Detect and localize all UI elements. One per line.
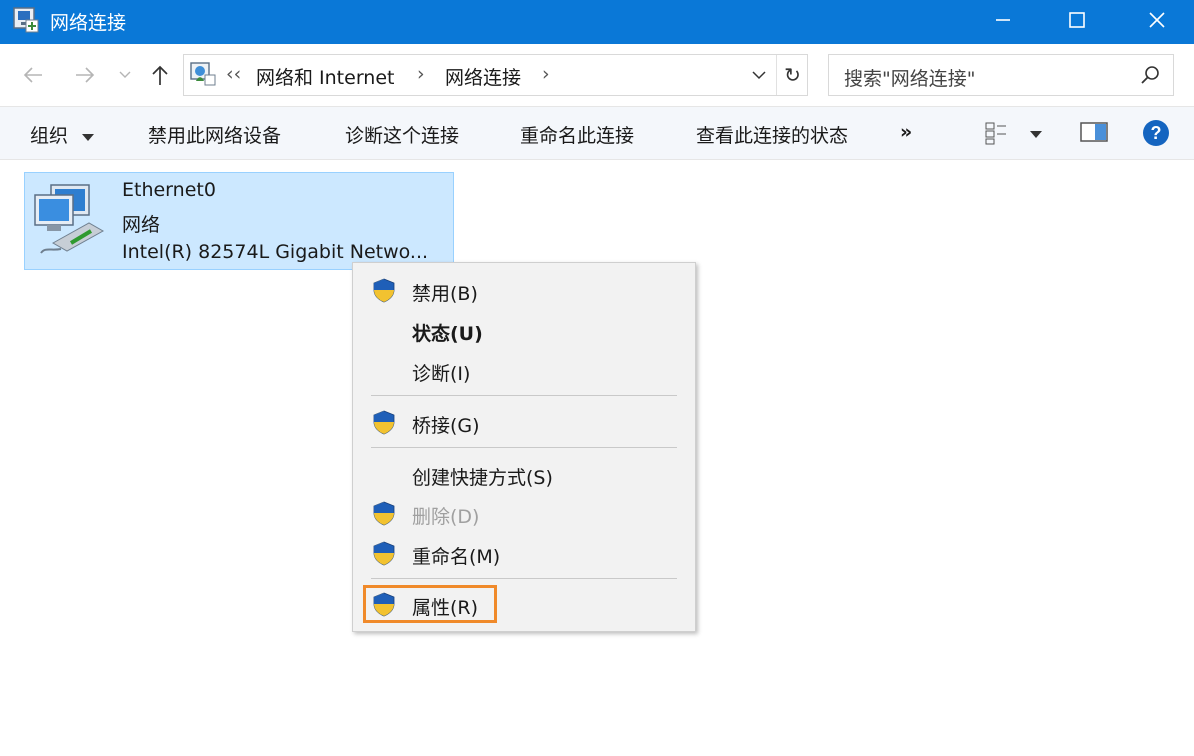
breadcrumb-network-connections[interactable]: 网络连接 (445, 63, 521, 90)
svg-text:?: ? (1151, 123, 1162, 143)
adapter-device: Intel(R) 82574L Gigabit Netwo... (122, 241, 429, 263)
more-commands-button[interactable]: » (900, 121, 912, 143)
view-status-button[interactable]: 查看此连接的状态 (696, 121, 848, 148)
menu-item-delete: 删除(D) (359, 495, 689, 531)
chevron-down-icon (752, 71, 766, 80)
recent-locations-button[interactable] (112, 62, 138, 88)
back-button[interactable] (20, 62, 46, 88)
menu-item-label: 诊断(I) (412, 363, 471, 385)
uac-shield-icon (373, 501, 395, 526)
adapter-name: Ethernet0 (122, 179, 216, 201)
organize-label: 组织 (30, 125, 69, 147)
network-folder-icon (190, 62, 216, 86)
breadcrumb-separator[interactable]: › (542, 63, 550, 85)
help-icon: ? (1143, 120, 1169, 146)
menu-item-rename[interactable]: 重命名(M) (359, 535, 689, 571)
menu-item-disable[interactable]: 禁用(B) (359, 272, 689, 308)
adapter-item-ethernet0[interactable]: Ethernet0 网络 Intel(R) 82574L Gigabit Net… (24, 172, 454, 270)
organize-button[interactable]: 组织 (30, 121, 95, 148)
up-button[interactable] (147, 62, 173, 88)
maximize-button[interactable] (1037, 0, 1117, 40)
change-view-button[interactable] (984, 119, 1048, 149)
command-bar: 组织 禁用此网络设备 诊断这个连接 重命名此连接 查看此连接的状态 » ? (0, 106, 1194, 160)
search-icon[interactable] (1139, 64, 1161, 86)
adapter-network: 网络 (122, 214, 161, 236)
search-input[interactable]: 搜索"网络连接" (828, 54, 1174, 96)
menu-separator (371, 447, 677, 448)
uac-shield-icon (373, 410, 395, 435)
menu-separator (371, 395, 677, 396)
caret-down-icon (1030, 131, 1042, 138)
menu-item-status[interactable]: 状态(U) (359, 312, 689, 348)
properties-highlight-box (363, 585, 497, 623)
close-button[interactable] (1117, 0, 1194, 40)
arrow-right-icon (76, 67, 95, 83)
address-overflow[interactable]: ‹‹ (226, 63, 241, 85)
menu-item-create-shortcut[interactable]: 创建快捷方式(S) (359, 456, 689, 492)
address-history-button[interactable] (744, 55, 774, 95)
menu-item-label: 禁用(B) (412, 283, 478, 305)
menu-item-label: 桥接(G) (412, 415, 480, 437)
breadcrumb-network-internet[interactable]: 网络和 Internet (256, 63, 394, 90)
breadcrumb-separator[interactable]: › (417, 63, 425, 85)
menu-item-label: 状态(U) (412, 323, 483, 345)
diagnose-button[interactable]: 诊断这个连接 (345, 121, 459, 148)
preview-pane-button[interactable] (1080, 121, 1110, 147)
menu-item-label: 重命名(M) (412, 546, 501, 568)
address-bar[interactable]: ‹‹ 网络和 Internet › 网络连接 › ↻ (183, 54, 808, 96)
minimize-icon (996, 19, 1010, 21)
menu-separator (371, 578, 677, 579)
details-view-icon (985, 122, 1006, 145)
search-placeholder: 搜索"网络连接" (844, 68, 976, 90)
arrow-left-icon (23, 67, 42, 83)
help-button[interactable]: ? (1142, 119, 1170, 147)
network-connections-icon (13, 7, 39, 33)
refresh-button[interactable]: ↻ (776, 55, 808, 95)
minimize-button[interactable] (963, 0, 1043, 40)
menu-item-label: 创建快捷方式(S) (412, 467, 553, 489)
preview-pane-icon (1080, 122, 1108, 142)
navigation-bar: ‹‹ 网络和 Internet › 网络连接 › ↻ 搜索"网络连接" (0, 44, 1194, 106)
caret-down-icon (82, 133, 95, 141)
disable-device-button[interactable]: 禁用此网络设备 (148, 121, 281, 148)
chevron-down-icon (119, 71, 131, 78)
uac-shield-icon (373, 541, 395, 566)
network-adapter-icon (34, 184, 105, 254)
close-icon (1149, 12, 1165, 28)
window-title: 网络连接 (50, 12, 127, 34)
menu-item-bridge[interactable]: 桥接(G) (359, 404, 689, 440)
menu-item-label: 删除(D) (412, 506, 480, 528)
forward-button[interactable] (72, 62, 98, 88)
rename-button[interactable]: 重命名此连接 (520, 121, 634, 148)
title-bar: 网络连接 (0, 0, 1194, 44)
arrow-up-icon (152, 65, 168, 85)
menu-item-diagnose[interactable]: 诊断(I) (359, 352, 689, 388)
maximize-icon (1069, 12, 1085, 28)
context-menu: 禁用(B) 状态(U) 诊断(I) 桥接(G) 创建快捷方式(S) 删除(D) (352, 262, 696, 632)
uac-shield-icon (373, 278, 395, 303)
refresh-icon: ↻ (784, 63, 801, 87)
